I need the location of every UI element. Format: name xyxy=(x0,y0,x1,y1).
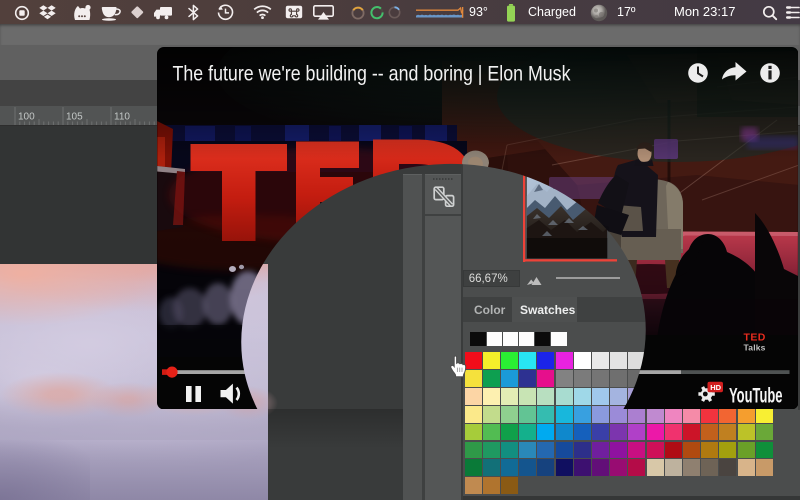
svg-text:The future we're building -- a: The future we're building -- and boring … xyxy=(172,61,570,85)
svg-text:YouTube: YouTube xyxy=(729,384,783,407)
svg-text:HD: HD xyxy=(710,383,721,392)
svg-text:100: 100 xyxy=(18,112,35,123)
svg-text:Talks: Talks xyxy=(743,342,765,352)
svg-text:105: 105 xyxy=(66,112,83,123)
svg-text:110: 110 xyxy=(114,112,130,123)
